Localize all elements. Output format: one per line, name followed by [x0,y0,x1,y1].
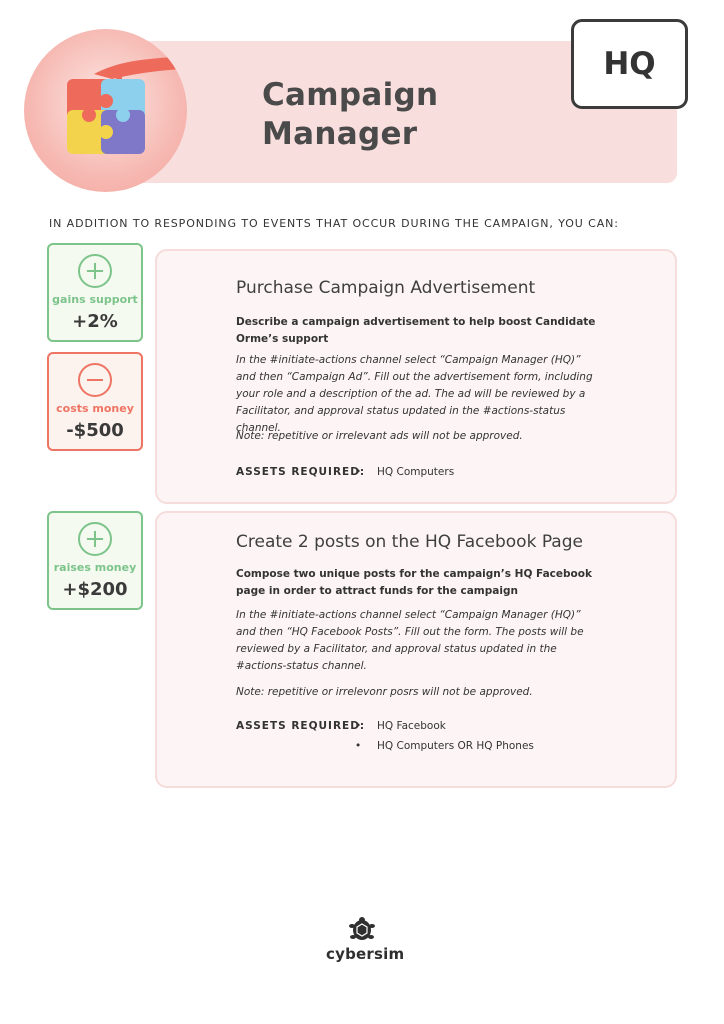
effect-label: raises money [53,561,137,574]
asset-item: HQ Computers [377,466,455,478]
action-title: Create 2 posts on the HQ Facebook Page [236,532,583,552]
role-badge: HQ [571,19,688,109]
action-instructions: In the #initiate-actions channel select … [236,609,584,672]
hero-illustration [24,29,187,192]
bullet: • [355,740,362,752]
asset-item: HQ Facebook [377,720,446,732]
turtle-logo-icon [349,917,375,940]
effect-badge-raises-money: raises money +$200 [47,511,143,610]
assets-required-label: ASSETS REQUIRED: [236,466,366,478]
asset-item: HQ Computers OR HQ Phones [377,740,534,752]
action-instructions: In the #initiate-actions channel select … [236,354,593,434]
effect-badge-gains-support: gains support +2% [47,243,143,342]
puzzle-hand-icon [67,57,182,154]
assets-required-label: ASSETS REQUIRED: [236,720,366,732]
title-line-1: Campaign [262,77,439,113]
action-note: Note: repetitive or irrelevonr posrs wil… [236,686,533,698]
plus-icon [78,522,112,556]
action-description: Describe a campaign advertisement to hel… [236,316,596,345]
action-card-advertisement: Purchase Campaign Advertisement Describe… [155,249,677,504]
effect-label: gains support [52,293,138,306]
effect-value: +$200 [62,579,128,600]
brand-wordmark: cybersim [326,945,405,963]
bullet: • [355,466,362,478]
bullet: • [355,720,362,732]
page-title: Campaign Manager [262,76,438,154]
effect-label: costs money [56,402,134,415]
effect-badge-costs-money: costs money -$500 [47,352,143,451]
footer-logo: cybersim [326,916,405,966]
action-note: Note: repetitive or irrelevant ads will … [236,430,523,442]
title-line-2: Manager [262,116,418,152]
action-title: Purchase Campaign Advertisement [236,278,536,298]
plus-icon [78,254,112,288]
action-card-facebook-posts: Create 2 posts on the HQ Facebook Page C… [155,511,677,788]
action-description: Compose two unique posts for the campaig… [236,568,592,597]
intro-text: IN ADDITION TO RESPONDING TO EVENTS THAT… [49,217,619,230]
effect-value: -$500 [66,420,124,441]
minus-icon [78,363,112,397]
effect-value: +2% [72,311,118,332]
